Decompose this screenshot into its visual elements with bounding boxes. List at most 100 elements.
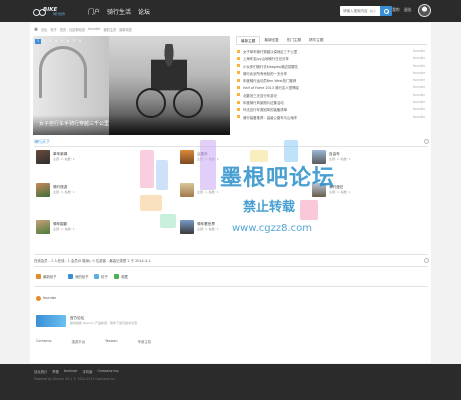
thread-author[interactable]: founder bbox=[413, 85, 425, 89]
collapse-icon[interactable] bbox=[424, 139, 429, 144]
divider bbox=[34, 286, 428, 287]
official-logo[interactable] bbox=[36, 315, 66, 327]
tab-digest-threads[interactable]: 精华主题 bbox=[305, 36, 327, 44]
bullet-icon bbox=[237, 49, 240, 53]
forum-icon[interactable] bbox=[36, 183, 50, 197]
forum-stat: 主题: 1, 帖数: 1 bbox=[197, 157, 219, 161]
friend-link[interactable]: 专用主机 bbox=[138, 339, 152, 344]
thread-title[interactable]: 骑行装备推荐：高级公路车与山地车 bbox=[243, 115, 297, 120]
wheel-shape bbox=[173, 88, 203, 118]
thread-row[interactable]: 小伙伴们骑行去Kitagata湖边赏樱花 founder bbox=[236, 63, 427, 70]
footer-link[interactable]: Comsenz Inc. bbox=[97, 369, 119, 374]
bullet-icon bbox=[237, 93, 240, 97]
thread-list: 女子单车骑行穿越沙漠地区三千公里 founder 上海车友Joy山地骑行日记分享 f… bbox=[236, 48, 427, 121]
forum-icon[interactable] bbox=[180, 220, 194, 234]
thread-row[interactable]: 上海车友Joy山地骑行日记分享 founder bbox=[236, 55, 427, 62]
breadcrumb-item[interactable]: 首页 bbox=[60, 27, 66, 32]
online-stats[interactable]: 在线会员 - 1 人在线 - 1 会员(0 隐身), 0 位游客 - 最高记录是… bbox=[34, 258, 152, 263]
footer-link[interactable]: 手机版 bbox=[82, 369, 92, 374]
thread-author[interactable]: founder bbox=[413, 100, 425, 104]
forum-icon[interactable] bbox=[180, 150, 194, 164]
forums-section-title[interactable]: 骑行天下 bbox=[34, 139, 50, 145]
footer-link[interactable]: Archiver bbox=[64, 369, 78, 374]
thread-row[interactable]: Half of Fame 2013 骑行名人堂揭晓 founder bbox=[236, 84, 427, 91]
forum-icon[interactable] bbox=[312, 183, 326, 197]
site-logo[interactable]: BIKE 骑行世界 bbox=[33, 5, 73, 17]
slider-pager: 1 2 3 4 5 6 7 8 bbox=[35, 39, 83, 44]
bullet-icon bbox=[237, 56, 240, 60]
footer-link[interactable]: 站点统计 bbox=[34, 369, 47, 374]
thread-title[interactable]: Half of Fame 2013 骑行名人堂揭晓 bbox=[243, 85, 299, 90]
slider-caption[interactable]: 女子自行车手骑行穿越三千公里 bbox=[39, 120, 109, 127]
thread-author[interactable]: founder bbox=[413, 107, 425, 111]
nav-life[interactable]: 骑行生活 bbox=[107, 7, 131, 16]
thread-author[interactable]: founder bbox=[413, 49, 425, 53]
tab-latest-replies[interactable]: 最新回复 bbox=[260, 36, 282, 44]
thread-title[interactable]: 年度骑行风景照片征集活动 bbox=[243, 100, 284, 105]
thread-author[interactable]: founder bbox=[413, 64, 425, 68]
thread-title[interactable]: 上海车友Joy山地骑行日记分享 bbox=[243, 56, 289, 61]
nav-forum[interactable]: 论坛 bbox=[138, 7, 150, 16]
thread-title[interactable]: 北戴河三天自行车游记 bbox=[243, 93, 277, 98]
top-bar: BIKE 骑行世界 门户 骑行生活 论坛 帖子 我的 退出 bbox=[0, 0, 461, 22]
tab-latest-threads[interactable]: 最新主题 bbox=[236, 36, 261, 44]
search-input[interactable] bbox=[340, 6, 370, 16]
image-slider[interactable]: 1 2 3 4 5 6 7 8 女子自行车手骑行穿越三千公里 bbox=[33, 36, 230, 135]
breadcrumb: 论坛 帖子 首页 社区新动态 founder 我的主页 最新动态 bbox=[34, 27, 135, 32]
username-link[interactable]: 我的 bbox=[392, 7, 400, 13]
thread-title[interactable]: 年度骑行运动员Ben West热门推荐 bbox=[243, 78, 296, 83]
breadcrumb-item[interactable]: 社区新动态 bbox=[69, 27, 85, 32]
search-box: 帖子 bbox=[340, 6, 392, 16]
thread-row[interactable]: 年度骑行运动员Ben West热门推荐 founder bbox=[236, 77, 427, 84]
friend-link[interactable]: Yeswan bbox=[105, 339, 117, 344]
thread-title[interactable]: 环法自行车赛冠军的装备清单 bbox=[243, 107, 287, 112]
search-button[interactable] bbox=[380, 6, 392, 16]
thread-author[interactable]: founder bbox=[413, 71, 425, 75]
thread-author[interactable]: founder bbox=[413, 93, 425, 97]
friend-link[interactable]: Comsenz bbox=[36, 339, 52, 344]
thread-row[interactable]: 骑行北京所有地标的一天分享 founder bbox=[236, 70, 427, 77]
thread-row[interactable]: 年度骑行风景照片征集活动 founder bbox=[236, 99, 427, 106]
thread-author[interactable]: founder bbox=[413, 78, 425, 82]
forum-stat: 主题: 1, 帖数: 1 bbox=[53, 157, 75, 161]
user-block-label[interactable]: 收藏 bbox=[121, 274, 128, 279]
breadcrumb-item[interactable]: 最新动态 bbox=[119, 27, 132, 32]
thread-author[interactable]: founder bbox=[413, 115, 425, 119]
wheel-shape bbox=[136, 88, 166, 118]
forum-icon[interactable] bbox=[36, 220, 50, 234]
thread-title[interactable]: 女子单车骑行穿越沙漠地区三千公里 bbox=[243, 49, 297, 54]
user-block-label[interactable]: 帖子 bbox=[101, 274, 108, 279]
slider-page-8[interactable]: 8 bbox=[77, 39, 83, 44]
thread-row[interactable]: 女子单车骑行穿越沙漠地区三千公里 founder bbox=[236, 48, 427, 55]
breadcrumb-item[interactable]: 我的主页 bbox=[103, 27, 116, 32]
breadcrumb-item[interactable]: 论坛 bbox=[41, 27, 47, 32]
search-scope-select[interactable]: 帖子 bbox=[370, 9, 376, 13]
thread-row[interactable]: 骑行装备推荐：高级公路车与山地车 founder bbox=[236, 114, 427, 121]
thread-author[interactable]: founder bbox=[413, 56, 425, 60]
thread-row[interactable]: 北戴河三天自行车游记 founder bbox=[236, 92, 427, 99]
divider bbox=[34, 254, 428, 255]
avatar[interactable] bbox=[418, 4, 431, 17]
forum-icon[interactable] bbox=[36, 150, 50, 164]
logout-link[interactable]: 退出 bbox=[404, 7, 412, 13]
bullet-icon bbox=[237, 85, 240, 89]
founder-name[interactable]: founder bbox=[43, 296, 56, 300]
thread-row[interactable]: 环法自行车赛冠军的装备清单 founder bbox=[236, 106, 427, 113]
thread-title[interactable]: 小伙伴们骑行去Kitagata湖边赏樱花 bbox=[243, 64, 298, 69]
tab-hot-threads[interactable]: 热门主题 bbox=[283, 36, 305, 44]
thread-title[interactable]: 骑行北京所有地标的一天分享 bbox=[243, 71, 287, 76]
home-icon[interactable] bbox=[34, 27, 38, 31]
breadcrumb-item[interactable]: 帖子 bbox=[50, 27, 56, 32]
forum-icon[interactable] bbox=[312, 150, 326, 164]
official-desc: 提供最新 Discuz! 产品新闻、软件下载与技术交流 bbox=[70, 321, 137, 325]
breadcrumb-item[interactable]: founder bbox=[88, 27, 100, 32]
collapse-icon[interactable] bbox=[424, 258, 429, 263]
forum-icon[interactable] bbox=[180, 183, 194, 197]
footer-link[interactable]: 举报 bbox=[52, 369, 59, 374]
friend-link[interactable]: 漫游平台 bbox=[72, 339, 86, 344]
user-block-label[interactable]: 我的帖子 bbox=[75, 274, 89, 279]
forum-stat: 主题: 1, 帖数: 1 bbox=[197, 190, 219, 194]
user-block-label[interactable]: 最新帖子 bbox=[43, 274, 57, 279]
nav-portal[interactable]: 门户 bbox=[88, 7, 100, 16]
divider bbox=[34, 266, 428, 267]
